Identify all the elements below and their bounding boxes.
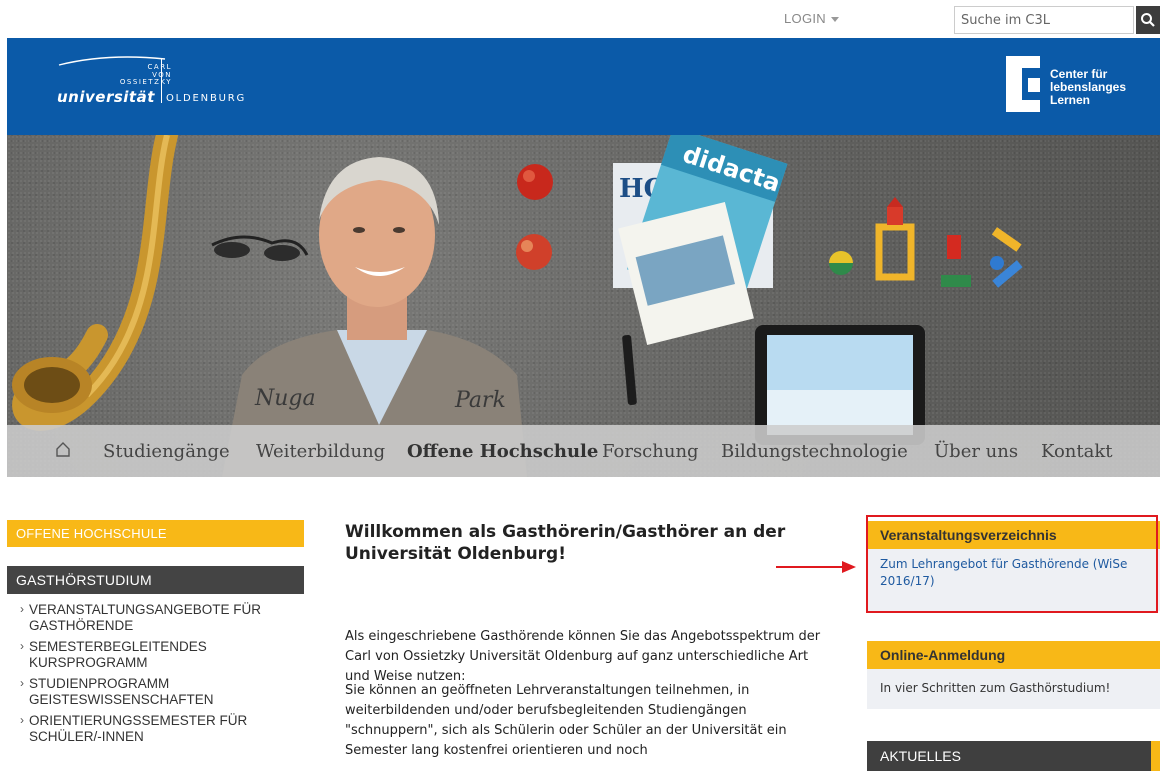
sidebar-item-kursprogramm[interactable]: › SEMESTERBEGLEITENDES KURSPROGRAMM [7,639,304,670]
chevron-right-icon: › [20,639,24,653]
sidebar-item-label[interactable]: STUDIENPROGRAMM GEISTESWISSENSCHAFTEN [29,676,214,707]
chevron-right-icon: › [20,676,24,690]
shirt-text-right: Park [454,388,506,413]
c3l-mark-icon [1006,56,1040,112]
chevron-right-icon: › [20,713,24,727]
search-input[interactable] [954,6,1134,34]
sidebar-item-orientierungssemester[interactable]: › ORIENTIERUNGSSEMESTER FÜR SCHÜLER/-INNE… [7,713,304,744]
pen-image [622,334,637,405]
nav-item-ueber-uns[interactable]: Über uns [934,441,1018,462]
online-anmeldung-title: Online-Anmeldung [867,641,1160,669]
top-bar: LOGIN [0,0,1160,38]
logo-universitaet: universität [57,88,155,106]
logo-oldenburg: OLDENBURG [166,93,247,104]
chevron-down-icon[interactable] [830,17,839,23]
aktuelles-title: AKTUELLES [867,741,1151,771]
intro-paragraph: Als eingeschriebene Gasthörende können S… [345,629,821,684]
aktuelles-accent [1151,741,1160,771]
sidebar-item-studienprogramm[interactable]: › STUDIENPROGRAMM GEISTESWISSENSCHAFTEN [7,676,304,707]
chevron-right-icon: › [20,602,24,616]
sidebar-section-title[interactable]: OFFENE HOCHSCHULE [7,520,304,547]
saxophone-image [12,135,178,431]
nav-item-forschung[interactable]: Forschung [602,441,699,462]
c3l-logo[interactable]: Center für lebenslanges Lernen [1002,54,1152,118]
search-button[interactable] [1136,6,1160,34]
university-logo[interactable]: CARL VON OSSIETZKY universität OLDENBURG [57,55,297,125]
c3l-text: Center für lebenslanges Lernen [1050,68,1126,107]
sidebar-item-label[interactable]: ORIENTIERUNGSSEMESTER FÜR SCHÜLER/-INNEN [29,713,247,744]
home-icon[interactable] [55,440,71,458]
logo-small-text: CARL VON OSSIETZKY [119,63,172,87]
sidebar-subsection-title[interactable]: GASTHÖRSTUDIUM [7,566,304,594]
login-label[interactable]: LOGIN [784,11,826,26]
highlight-frame [866,515,1158,613]
toy-blocks-image [829,197,1023,288]
site-header: CARL VON OSSIETZKY universität OLDENBURG… [7,38,1160,135]
main-navigation: Studiengänge Weiterbildung Offene Hochsc… [7,425,1160,477]
page-title: Willkommen als Gasthörerin/Gasthörer an … [345,522,786,564]
c3l-line-3: Lernen [1050,93,1091,107]
shirt-text-left: Nuga [254,386,316,411]
sunglasses-image [211,235,309,261]
online-anmeldung-text[interactable]: In vier Schritten zum Gasthörstudium! [880,681,1110,695]
nav-item-weiterbildung[interactable]: Weiterbildung [256,441,385,462]
sidebar-item-label[interactable]: VERANSTALTUNGSANGEBOTE FÜR GASTHÖRENDE [29,602,261,633]
nav-item-bildungstechnologie[interactable]: Bildungstechnologie [721,441,908,462]
nav-item-kontakt[interactable]: Kontakt [1041,441,1113,462]
login-menu[interactable]: LOGIN [784,11,839,26]
magazines-image: HOR didacta [613,135,788,346]
apples-image [516,164,553,270]
search-icon[interactable] [1140,12,1156,28]
body-paragraph: Sie können an geöffneten Lehrveranstaltu… [345,683,787,758]
logo-divider [161,58,162,103]
sidebar-item-label[interactable]: SEMESTERBEGLEITENDES KURSPROGRAMM [29,639,207,670]
online-anmeldung-box: In vier Schritten zum Gasthörstudium! [867,669,1160,709]
arrow-right-icon [776,561,856,573]
sidebar-item-veranstaltungsangebote[interactable]: › VERANSTALTUNGSANGEBOTE FÜR GASTHÖRENDE [7,602,304,633]
sidebar-menu: › VERANSTALTUNGSANGEBOTE FÜR GASTHÖRENDE … [7,602,304,750]
nav-item-studiengaenge[interactable]: Studiengänge [103,441,230,462]
logo-line-ossietzky: OSSIETZKY [119,78,172,86]
nav-item-offene-hochschule[interactable]: Offene Hochschule [407,441,598,462]
